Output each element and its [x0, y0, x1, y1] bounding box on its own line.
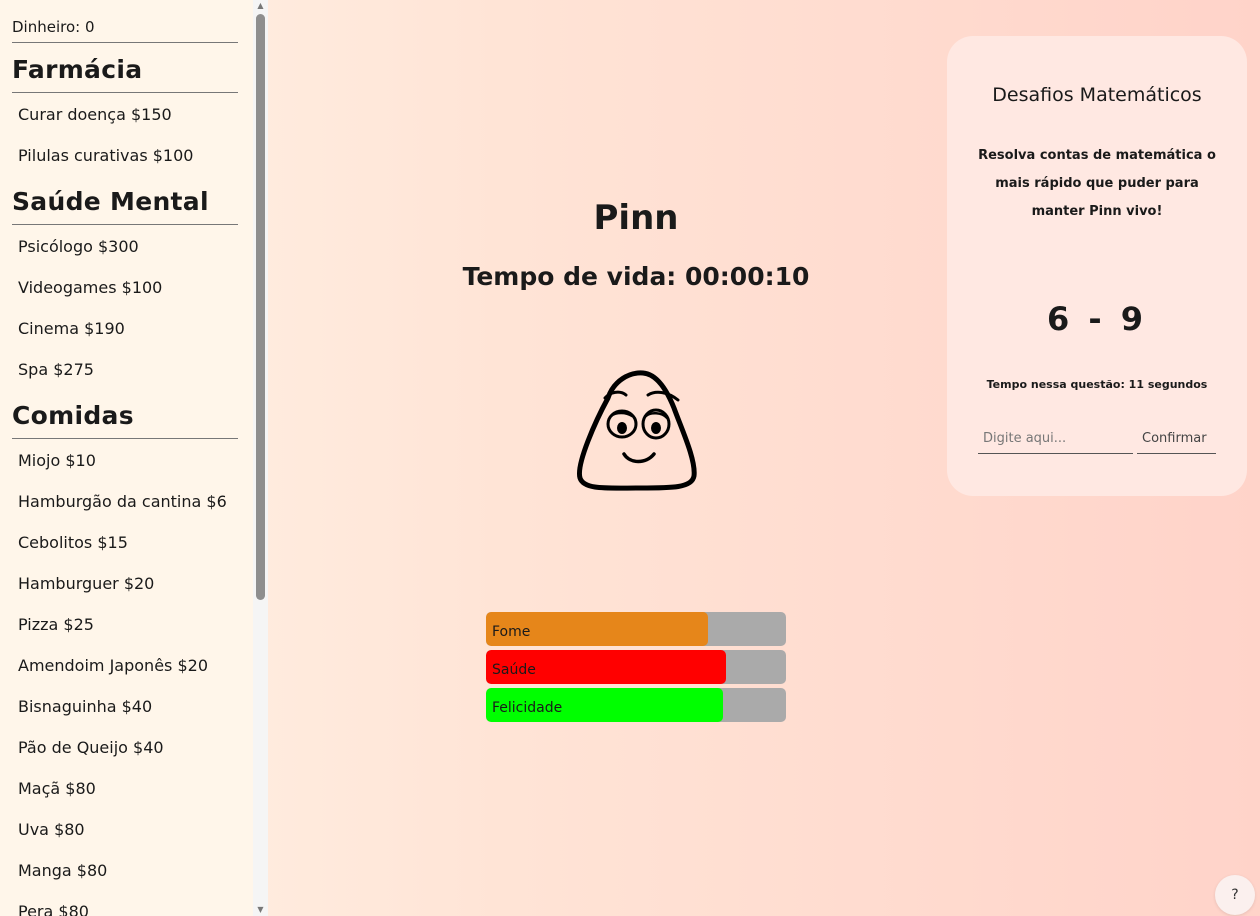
shop-item[interactable]: Spa $275 [12, 348, 238, 389]
question-timer: Tempo nessa questão: 11 segundos [986, 378, 1208, 391]
health-label: Saúde [492, 662, 536, 678]
help-button[interactable]: ? [1215, 875, 1255, 915]
shop-item[interactable]: Cebolitos $15 [12, 521, 238, 562]
shop-item[interactable]: Curar doença $150 [12, 93, 238, 134]
challenge-description: Resolva contas de matemática o mais rápi… [978, 148, 1216, 219]
section-title-farmacia: Farmácia [12, 43, 238, 93]
answer-input[interactable] [978, 424, 1133, 454]
shop-item[interactable]: Pilulas curativas $100 [12, 134, 238, 175]
shop-sidebar: Dinheiro: 0 Farmácia Curar doença $150 P… [0, 0, 268, 916]
shop-item[interactable]: Pera $80 [12, 890, 238, 916]
happiness-label: Felicidade [492, 700, 563, 716]
shop-item[interactable]: Hamburgão da cantina $6 [12, 480, 238, 521]
lifetime-display: Tempo de vida: 00:00:10 [462, 262, 810, 291]
shop-item[interactable]: Pão de Queijo $40 [12, 726, 238, 767]
confirm-button[interactable]: Confirmar [1137, 424, 1216, 454]
shop-list: Dinheiro: 0 Farmácia Curar doença $150 P… [12, 0, 238, 916]
section-title-comidas: Comidas [12, 389, 238, 439]
shop-item[interactable]: Cinema $190 [12, 307, 238, 348]
shop-item[interactable]: Psicólogo $300 [12, 225, 238, 266]
pet-name: Pinn [593, 198, 679, 238]
shop-item[interactable]: Hamburguer $20 [12, 562, 238, 603]
scroll-up-arrow-icon[interactable]: ▲ [255, 0, 266, 12]
hunger-label: Fome [492, 624, 531, 640]
shop-item[interactable]: Videogames $100 [12, 266, 238, 307]
shop-item[interactable]: Bisnaguinha $40 [12, 685, 238, 726]
shop-item[interactable]: Amendoim Japonês $20 [12, 644, 238, 685]
shop-item[interactable]: Maçã $80 [12, 767, 238, 808]
math-question: 6 - 9 [1046, 300, 1148, 338]
shop-item[interactable]: Manga $80 [12, 849, 238, 890]
scroll-thumb[interactable] [256, 14, 265, 600]
shop-item[interactable]: Pizza $25 [12, 603, 238, 644]
shop-item[interactable]: Miojo $10 [12, 439, 238, 480]
shop-item[interactable]: Uva $80 [12, 808, 238, 849]
math-challenge-card: Desafios Matemáticos Resolva contas de m… [947, 36, 1247, 496]
blob-pet-face-icon [570, 368, 704, 494]
happiness-bar: Felicidade [486, 688, 786, 722]
challenge-title: Desafios Matemáticos [992, 84, 1202, 106]
section-title-saude-mental: Saúde Mental [12, 175, 238, 225]
sidebar-scrollbar[interactable]: ▲ ▼ [253, 0, 268, 916]
hunger-bar: Fome [486, 612, 786, 646]
scroll-down-arrow-icon[interactable]: ▼ [255, 904, 266, 916]
money-display: Dinheiro: 0 [12, 0, 238, 43]
health-bar: Saúde [486, 650, 786, 684]
stats-bars: Fome Saúde Felicidade [486, 612, 786, 726]
